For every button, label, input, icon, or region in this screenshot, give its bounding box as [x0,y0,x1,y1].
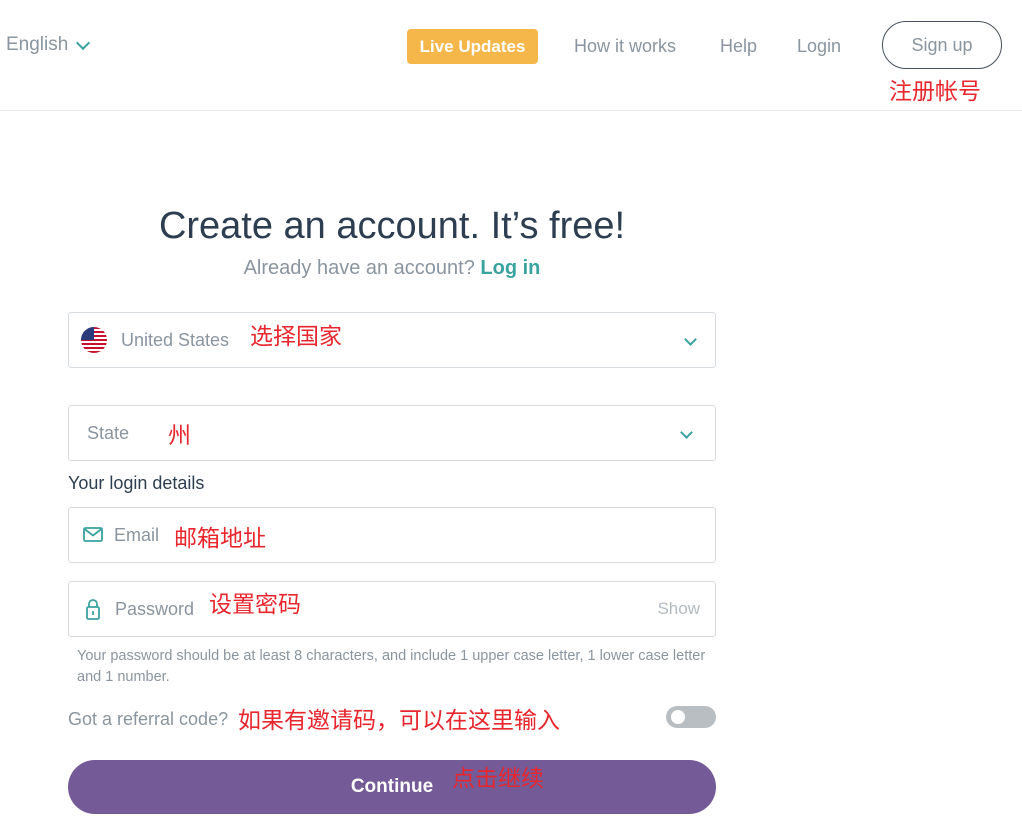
referral-toggle[interactable] [666,706,716,728]
mail-icon [83,527,103,542]
chevron-down-icon [684,333,697,346]
annotation-referral: 如果有邀请码，可以在这里输入 [238,708,560,734]
language-label: English [6,34,69,55]
toggle-knob [671,710,685,724]
chevron-down-icon [76,35,91,50]
show-password-toggle[interactable]: Show [657,582,700,636]
log-in-link[interactable]: Log in [480,257,540,279]
login-details-heading: Your login details [68,473,205,493]
login-prompt: Already have an account? Log in [0,257,784,280]
annotation-continue: 点击继续 [452,766,544,792]
state-placeholder: State [87,422,130,443]
continue-label: Continue [350,776,434,797]
nav-login[interactable]: Login [797,36,841,57]
country-select[interactable]: United States [68,312,716,368]
lock-icon [86,599,100,620]
login-prompt-text: Already have an account? [243,257,475,279]
live-updates-button[interactable]: Live Updates [407,29,538,64]
email-placeholder: Email [114,524,160,545]
annotation-sign-up: 注册帐号 [889,79,981,105]
country-value: United States [121,329,230,350]
annotation-email: 邮箱地址 [174,526,266,552]
top-nav-bar: English Live Updates How it works Help L… [0,0,1022,111]
referral-label: Got a referral code? [68,709,229,729]
password-field[interactable]: Password Show [68,581,716,637]
password-hint: Your password should be at least 8 chara… [77,648,706,685]
sign-up-button[interactable]: Sign up [882,21,1002,69]
password-placeholder: Password [115,598,195,619]
us-flag-icon [81,327,107,353]
state-select[interactable]: State [68,405,716,461]
language-selector[interactable]: English [6,34,91,56]
annotation-country: 选择国家 [250,324,342,350]
email-field[interactable]: Email [68,507,716,563]
nav-how-it-works[interactable]: How it works [574,36,676,57]
chevron-down-icon [680,426,693,439]
continue-button[interactable]: Continue [68,760,716,814]
annotation-state: 州 [168,423,191,449]
annotation-password: 设置密码 [209,592,301,618]
nav-help[interactable]: Help [720,36,757,57]
page-title: Create an account. It’s free! [158,205,626,247]
